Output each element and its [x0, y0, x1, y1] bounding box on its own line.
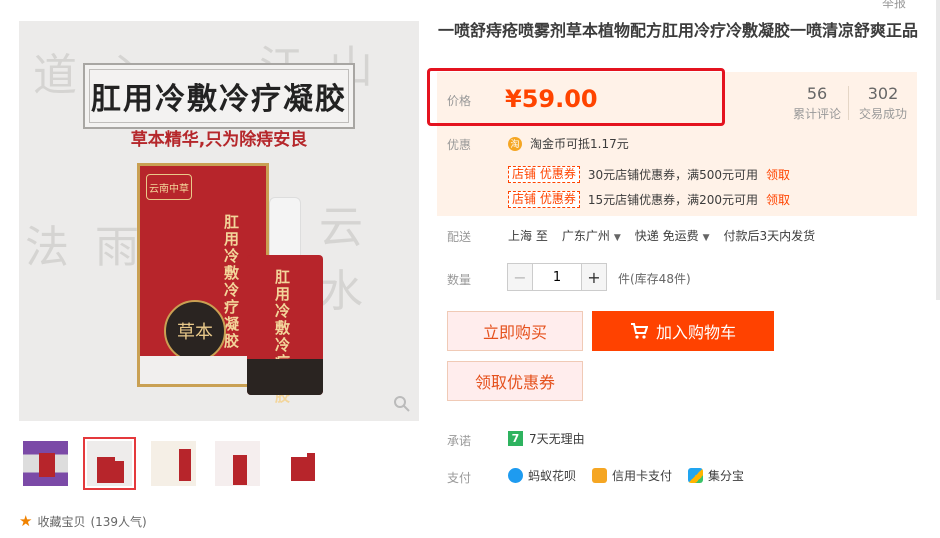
brand-logo: 云南中草 — [146, 174, 192, 200]
coupon-text: 30元店铺优惠券，满500元可用 — [587, 168, 759, 182]
favorite-link[interactable]: ★ 收藏宝贝 (139人气) — [19, 512, 147, 530]
taojin-promo: 淘 淘金币可抵1.17元 — [508, 135, 629, 152]
thumbnail[interactable] — [147, 437, 200, 490]
ant-huabei-icon — [508, 468, 523, 483]
stat-divider — [848, 86, 849, 120]
thumbnail-active[interactable] — [83, 437, 136, 490]
thumbnail[interactable] — [19, 437, 72, 490]
chevron-down-icon: ▼ — [613, 233, 621, 243]
increase-button[interactable]: + — [581, 263, 607, 291]
thumbnail[interactable] — [275, 437, 328, 490]
add-to-cart-label: 加入购物车 — [655, 323, 736, 342]
payment-credit-card[interactable]: 信用卡支付 — [592, 467, 672, 484]
sales-count-label: 交易成功 — [858, 107, 907, 121]
product-title: 一喷舒痔疮喷雾剂草本植物配方肛用冷疗冷敷凝胶一喷清凉舒爽正品 — [438, 21, 919, 40]
thumbnail-strip — [19, 437, 328, 490]
promise-text: 7天无理由 — [529, 432, 585, 446]
shipping-method-select[interactable]: 快递 免运费 ▼ — [635, 227, 710, 244]
image-headline: 肛用冷敷冷疗凝胶 — [91, 82, 347, 117]
review-count-label: 累计评论 — [792, 107, 841, 121]
add-to-cart-button[interactable]: 加入购物车 — [592, 311, 774, 351]
main-product-image[interactable]: 道 心 江 山 法 雨 云 水 肛用冷敷冷疗凝胶 草本精华,只为除痔安良 云南中… — [19, 21, 419, 421]
coupon-row: 店铺 优惠券 30元店铺优惠券，满500元可用 领取 — [508, 166, 790, 183]
payment-huabei[interactable]: 蚂蚁花呗 — [508, 467, 576, 484]
coupon-tag: 店铺 优惠券 — [508, 166, 580, 183]
bottle-body: 肛用冷敷冷疗凝胶 — [247, 255, 323, 405]
delivery-label: 配送 — [447, 230, 472, 244]
decrease-button[interactable]: − — [507, 263, 533, 291]
get-coupon-button[interactable]: 领取优惠券 — [447, 361, 583, 401]
quantity-input[interactable] — [533, 263, 581, 291]
payment-jifenbao[interactable]: 集分宝 — [688, 467, 744, 484]
bottle-base — [247, 359, 323, 395]
zoom-icon[interactable] — [393, 395, 411, 413]
sales-count-number: 302 — [867, 84, 899, 103]
delivery-row: 上海 至 广东广州 ▼ 快递 免运费 ▼ 付款后3天内发货 — [508, 227, 815, 244]
report-link[interactable]: 举报 — [882, 0, 906, 11]
get-coupon-link[interactable]: 领取 — [766, 166, 790, 183]
promise-label: 承诺 — [447, 434, 472, 448]
price-value: ¥59.00 — [505, 85, 598, 113]
taojin-coin-icon: 淘 — [508, 136, 522, 151]
spray-bottle: 肛用冷敷冷疗凝胶 — [247, 197, 323, 405]
coupon-text: 15元店铺优惠券，满200元可用 — [587, 193, 759, 207]
ship-time-note: 付款后3天内发货 — [723, 229, 816, 243]
promo-label: 优惠 — [447, 138, 472, 152]
bg-calligraphy: 法 雨 — [25, 222, 145, 273]
chevron-down-icon: ▼ — [702, 233, 710, 243]
buy-now-button[interactable]: 立即购买 — [447, 311, 583, 351]
page-edge — [936, 0, 940, 300]
credit-card-icon — [592, 468, 608, 483]
favorite-count: (139人气) — [90, 514, 147, 529]
bg-calligraphy: 云 水 — [319, 202, 369, 317]
delivery-from: 上海 至 — [508, 229, 548, 243]
quantity-stepper: − + — [507, 263, 607, 291]
quantity-label: 数量 — [447, 273, 472, 287]
box-vertical-text: 肛用冷敷冷疗凝胶 — [224, 213, 240, 350]
stock-text: 件(库存48件) — [618, 272, 691, 286]
taojin-text: 淘金币可抵1.17元 — [530, 137, 629, 151]
sales-count: 302 交易成功 — [856, 84, 910, 122]
review-count-number: 56 — [806, 84, 828, 103]
favorite-label: 收藏宝贝 — [37, 514, 86, 529]
payment-label: 支付 — [447, 471, 472, 485]
herb-seal: 草本 — [164, 300, 226, 362]
image-subline: 草本精华,只为除痔安良 — [130, 130, 308, 150]
coupon-tag: 店铺 优惠券 — [508, 191, 580, 208]
thumbnail[interactable] — [211, 437, 264, 490]
bottle-nozzle — [269, 197, 301, 257]
delivery-destination-select[interactable]: 广东广州 ▼ — [562, 227, 621, 244]
payment-methods: 蚂蚁花呗 信用卡支付 集分宝 — [508, 467, 744, 484]
coupon-row: 店铺 优惠券 15元店铺优惠券，满200元可用 领取 — [508, 191, 790, 208]
cart-icon — [630, 323, 648, 339]
star-icon: ★ — [19, 512, 33, 530]
get-coupon-link[interactable]: 领取 — [766, 191, 790, 208]
return-promise[interactable]: 7 7天无理由 — [508, 430, 585, 447]
seven-day-icon: 7 — [508, 431, 523, 446]
price-label: 价格 — [447, 94, 472, 108]
jifenbao-icon — [688, 468, 704, 483]
review-count[interactable]: 56 累计评论 — [790, 84, 844, 122]
image-headline-box: 肛用冷敷冷疗凝胶 — [83, 63, 355, 129]
